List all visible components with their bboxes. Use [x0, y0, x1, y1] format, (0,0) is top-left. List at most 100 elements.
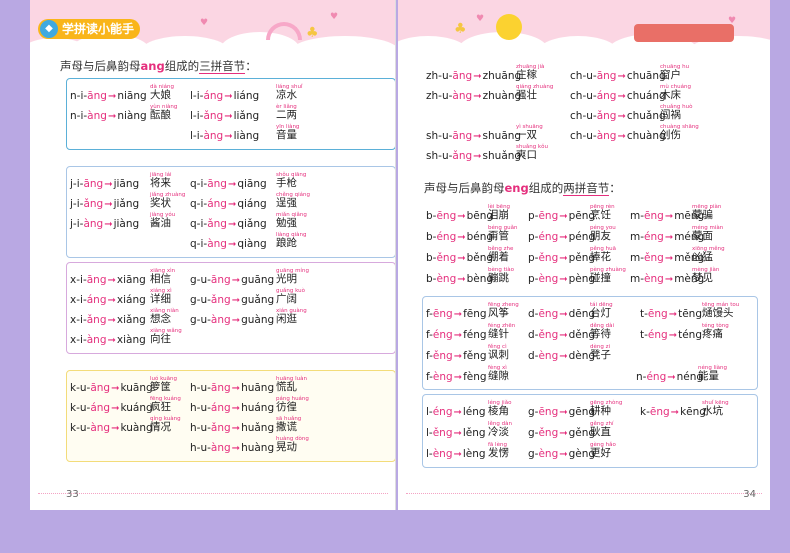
spelling-formula: h-u-áng➞huáng: [190, 402, 274, 414]
syllable-result: féng: [463, 329, 487, 341]
word-pinyin: dèng zi: [590, 344, 611, 350]
spelling-part: āng: [83, 178, 104, 190]
spelling-formula: b-éng➞béng: [426, 231, 493, 243]
section-heading: 声母与后鼻韵母ang组成的三拼音节：: [60, 58, 257, 74]
arrow-icon: ➞: [668, 330, 678, 341]
word-pinyin: lěng dàn: [488, 421, 512, 427]
spelling-part: ēng: [436, 210, 457, 222]
word-pinyin: léng jiǎo: [488, 400, 512, 406]
arrow-icon: ➞: [457, 211, 466, 222]
arrow-icon: ➞: [664, 211, 674, 222]
spelling-part: áng: [207, 198, 227, 210]
spelling-part: āng: [86, 274, 107, 286]
spelling-part: ēng: [644, 210, 664, 222]
footer-wave: [38, 493, 388, 496]
spelling-part: d: [528, 329, 535, 341]
spelling-formula: k-u-àng➞kuàng: [70, 422, 153, 434]
word-pinyin: béng guǎn: [488, 225, 518, 231]
arrow-icon: ➞: [111, 423, 120, 434]
word-pinyin: lèi bēng: [488, 204, 511, 210]
spelling-formula: q-i-áng➞qiáng: [190, 198, 267, 210]
word-pinyin: xián guàng: [276, 308, 307, 314]
spelling-part: b: [426, 210, 433, 222]
spelling-part: zh: [426, 70, 439, 82]
syllable-result: huàng: [241, 442, 275, 454]
spelling-part: àng: [210, 314, 231, 326]
section-heading: 声母与后鼻韵母eng组成的两拼音节：: [424, 180, 621, 196]
word-pinyin: qiáng zhuàng: [516, 84, 554, 90]
arrow-icon: ➞: [559, 211, 568, 222]
syllable-result: tēng: [678, 308, 702, 320]
spelling-formula: j-i-āng➞jiāng: [70, 178, 139, 190]
syllable-result: fěng: [463, 350, 487, 362]
spelling-part: u: [586, 110, 593, 122]
word-pinyin: chuǎng huò: [660, 104, 693, 110]
spelling-part: āng: [210, 382, 231, 394]
spelling-part: ǎng: [83, 198, 104, 210]
arrow-icon: ➞: [457, 253, 466, 264]
spelling-formula: p-éng➞péng: [528, 231, 595, 243]
word-pinyin: fā lèng: [488, 442, 507, 448]
word-pinyin: guǎng kuò: [276, 288, 305, 294]
arrow-icon: ➞: [617, 71, 626, 82]
spelling-part: u: [441, 90, 449, 102]
word-pinyin: chuāng hu: [660, 64, 690, 70]
spelling-part: āng: [87, 90, 107, 102]
word-pinyin: fēng zheng: [488, 302, 519, 308]
train-icon: [634, 24, 734, 42]
arrow-icon: ➞: [107, 91, 117, 102]
spelling-part: èng: [538, 350, 559, 362]
arrow-icon: ➞: [664, 253, 674, 264]
spelling-formula: ch-u-áng➞chuáng: [570, 90, 666, 102]
arrow-icon: ➞: [559, 428, 568, 439]
spelling-part: àng: [90, 422, 111, 434]
spelling-part: èng: [432, 448, 453, 460]
word-pinyin: yùn niàng: [150, 104, 178, 110]
syllable-result: liǎng: [233, 110, 260, 122]
arrow-icon: ➞: [664, 232, 674, 243]
word-pinyin: jiǎng zhuàng: [150, 192, 186, 198]
syllable-result: qiàng: [237, 238, 267, 250]
brand-title: 学拼读小能手: [62, 22, 135, 36]
arrow-icon: ➞: [231, 315, 241, 326]
syllable-result: xiāng: [116, 274, 146, 286]
spelling-formula: sh-u-āng➞shuāng: [426, 130, 521, 142]
word-pinyin: bèng tiào: [488, 267, 515, 273]
spelling-part: àng: [86, 334, 107, 346]
word-pinyin: luó kuāng: [150, 376, 177, 382]
spelling-part: u: [441, 130, 449, 142]
spelling-part: ěng: [436, 252, 457, 264]
syllable-result: léng: [462, 406, 486, 418]
spelling-part: àng: [596, 130, 617, 142]
arrow-icon: ➞: [104, 219, 113, 230]
spelling-formula: d-èng➞dèng: [528, 350, 595, 362]
spelling-part: éng: [647, 329, 668, 341]
spelling-formula: h-u-àng➞huàng: [190, 442, 274, 454]
spelling-part: ch: [570, 130, 583, 142]
spelling-part: ěng: [432, 427, 453, 439]
right-page: ♣ ♥ ♥ zh-u-āng➞zhuāng 庄稼 zhuāng jià ch-u-ān…: [398, 0, 770, 510]
syllable-result: kuáng: [120, 402, 153, 414]
syllable-result: qiáng: [237, 198, 267, 210]
spelling-formula: l-i-àng➞liàng: [190, 130, 259, 142]
spelling-part: zh: [426, 90, 439, 102]
spelling-part: p: [528, 231, 535, 243]
arrow-icon: ➞: [617, 111, 626, 122]
word-pinyin: mēng piàn: [692, 204, 722, 210]
syllable-result: liàng: [233, 130, 260, 142]
spelling-part: ch: [570, 110, 583, 122]
spelling-part: àng: [83, 218, 104, 230]
spelling-part: g: [190, 274, 197, 286]
spelling-part: q: [190, 238, 197, 250]
syllable-result: jiǎng: [113, 198, 140, 210]
word-pinyin: chuàng shāng: [660, 124, 699, 130]
arrow-icon: ➞: [107, 295, 116, 306]
syllable-result: xiàng: [116, 334, 146, 346]
spelling-part: sh: [426, 150, 439, 162]
spelling-part: m: [630, 210, 641, 222]
heading-kw: eng: [504, 181, 529, 195]
heading-ul: 三拼音节: [199, 59, 246, 74]
spelling-part: u: [441, 150, 449, 162]
word-pinyin: mù chuáng: [660, 84, 691, 90]
spelling-part: u: [441, 70, 449, 82]
